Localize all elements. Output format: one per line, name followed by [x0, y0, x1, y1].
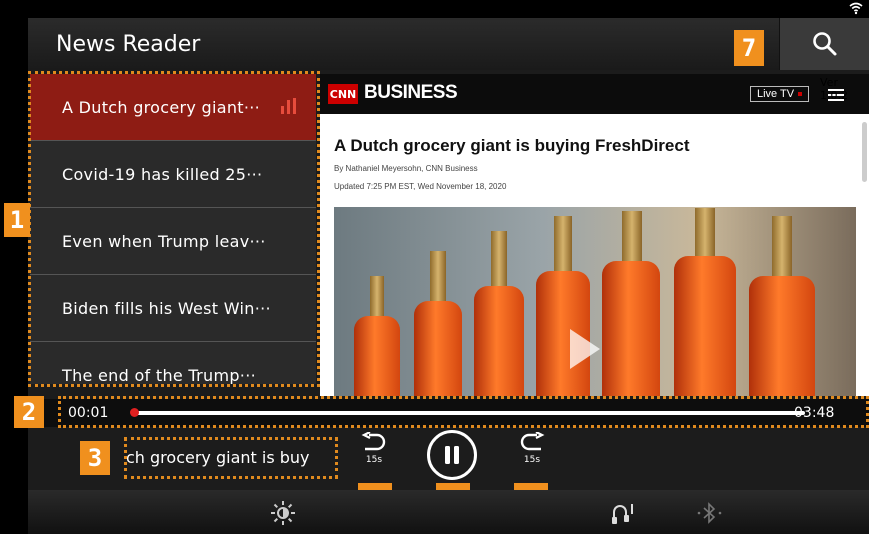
list-item-label: Covid-19 has killed 25···	[62, 164, 263, 184]
live-tv-button[interactable]: Live TV	[750, 86, 810, 102]
elapsed-time: 00:01	[68, 405, 109, 421]
forward-button[interactable]: 15s	[514, 432, 550, 465]
annotation-badge-2: 2	[14, 396, 44, 428]
pause-icon	[445, 446, 459, 464]
app-title: News Reader	[56, 32, 201, 57]
article-byline: By Nathaniel Meyersohn, CNN Business	[334, 164, 478, 173]
list-item[interactable]: A Dutch grocery giant···	[30, 74, 316, 141]
progress-row: 00:01 03:48	[28, 399, 869, 427]
list-item-label: A Dutch grocery giant···	[62, 97, 261, 117]
cnn-navbar: CNN BUSINESS Live TV	[320, 74, 869, 114]
annotation-badge-1: 1	[4, 203, 30, 237]
status-bar	[0, 0, 869, 18]
pause-button[interactable]	[427, 430, 477, 480]
article-headline: A Dutch grocery giant is buying FreshDir…	[334, 136, 690, 155]
article-webview[interactable]: CNN BUSINESS Live TV A Dutch grocery gia…	[320, 74, 869, 396]
list-item[interactable]: Biden fills his West Win···	[30, 275, 316, 342]
ticker-text: ch grocery giant is buy	[126, 447, 310, 467]
list-item[interactable]: The end of the Trump···	[30, 342, 316, 384]
article-timestamp: Updated 7:25 PM EST, Wed November 18, 20…	[334, 182, 507, 191]
search-icon	[813, 32, 837, 56]
annotation-badge-3: 3	[80, 441, 110, 475]
forward-15-icon	[520, 432, 545, 451]
video-play-icon[interactable]	[570, 329, 600, 369]
rewind-button[interactable]: 15s	[356, 432, 392, 465]
annotation-badge-7: 7	[734, 30, 764, 66]
list-item-label: The end of the Trump···	[62, 366, 256, 384]
cnn-logo[interactable]: CNN	[328, 84, 358, 104]
bluetooth-icon[interactable]	[696, 502, 724, 524]
webview-scrollbar[interactable]	[862, 122, 867, 182]
forward-label: 15s	[523, 455, 541, 465]
earphone-mic-icon[interactable]	[610, 500, 636, 526]
live-tv-label: Live TV	[757, 88, 795, 100]
rewind-label: 15s	[365, 455, 383, 465]
brightness-icon[interactable]	[270, 500, 296, 526]
rewind-15-icon	[361, 432, 386, 451]
list-item-label: Biden fills his West Win···	[62, 298, 271, 318]
wifi-icon	[849, 2, 863, 15]
section-title: BUSINESS	[364, 82, 458, 103]
search-button[interactable]	[779, 18, 869, 70]
list-item[interactable]: Even when Trump leav···	[30, 208, 316, 275]
playing-indicator-icon	[281, 98, 296, 114]
list-item-label: Even when Trump leav···	[62, 231, 266, 251]
list-item[interactable]: Covid-19 has killed 25···	[30, 141, 316, 208]
title-ticker: ch grocery giant is buy	[126, 435, 336, 479]
total-time: 03:48	[794, 405, 835, 421]
seek-track[interactable]	[132, 411, 805, 415]
bottom-bar	[28, 490, 869, 534]
version-label: Ver 1.0.2	[820, 76, 848, 102]
moon-icon[interactable]	[186, 502, 206, 524]
seek-knob[interactable]	[129, 408, 139, 417]
news-list[interactable]: A Dutch grocery giant··· Covid-19 has ki…	[30, 74, 316, 384]
